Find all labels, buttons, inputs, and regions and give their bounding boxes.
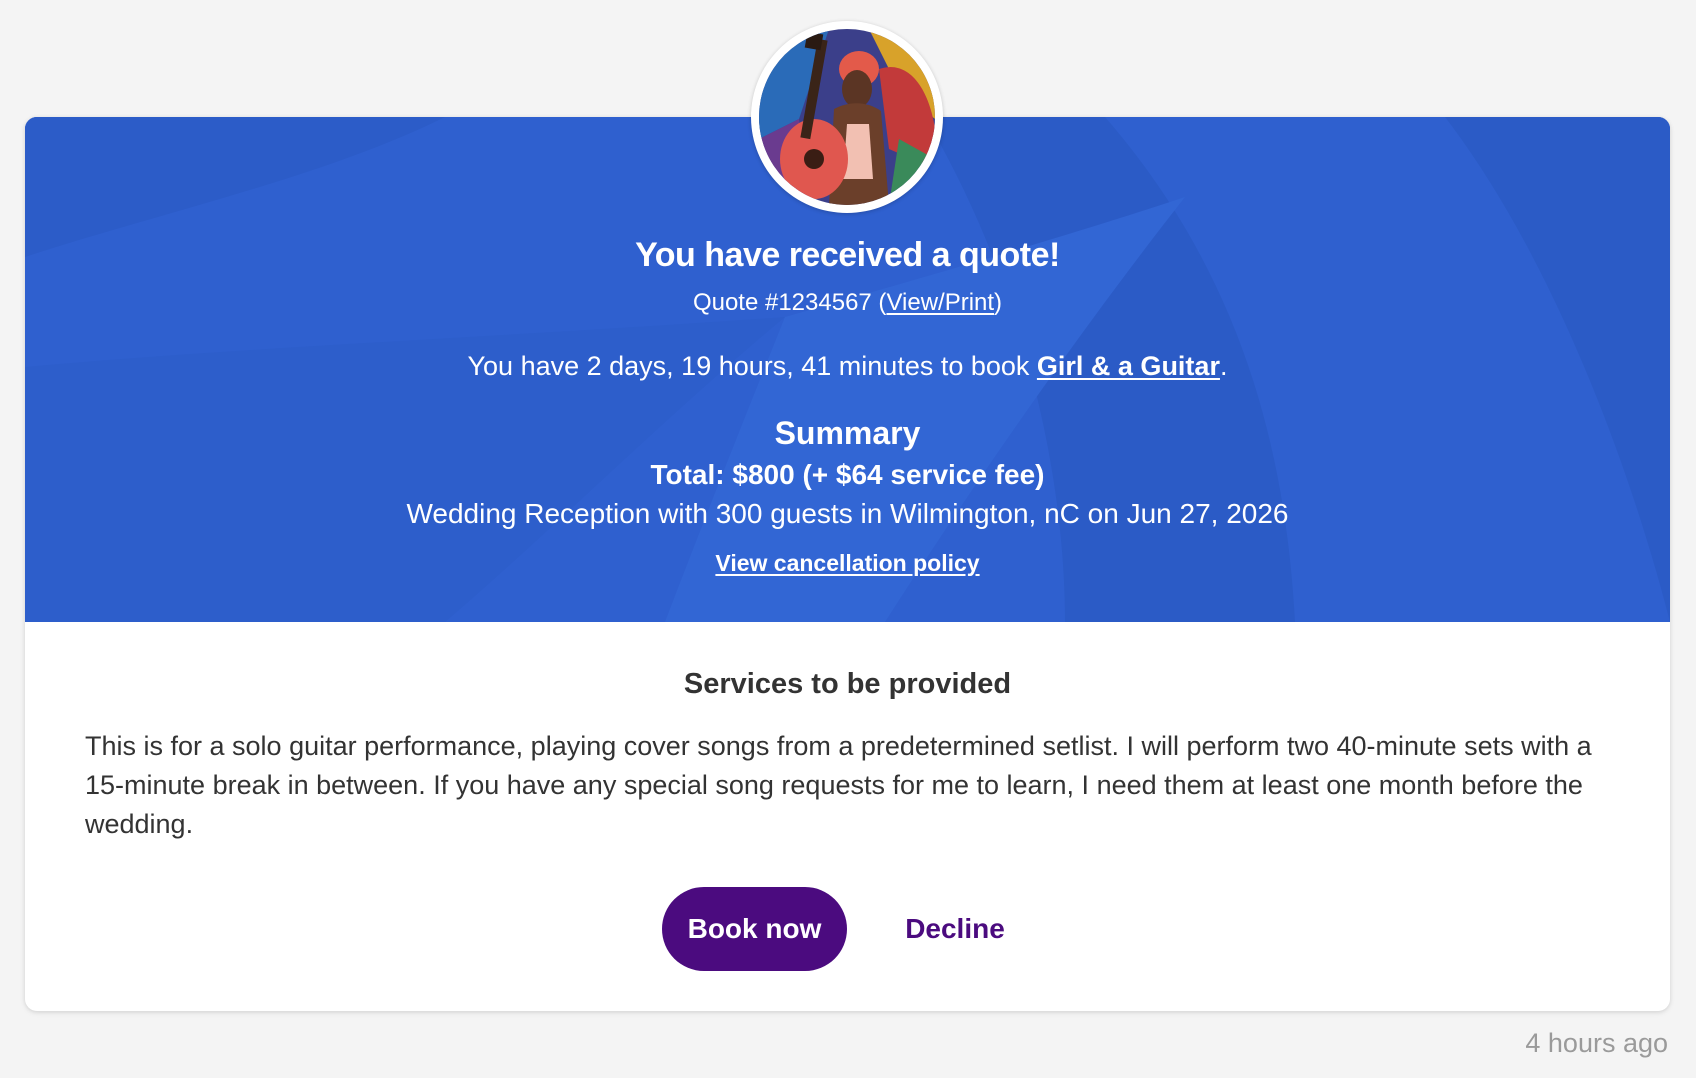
message-timestamp: 4 hours ago (1525, 1028, 1668, 1058)
decline-button[interactable]: Decline (885, 887, 1025, 971)
summary-heading: Summary (774, 415, 921, 451)
booking-deadline: You have 2 days, 19 hours, 41 minutes to… (25, 351, 1670, 382)
quote-number: Quote #1234567 (692, 289, 872, 316)
quote-close-paren: ) (994, 289, 1003, 316)
summary-total: Total: $800 (+ $64 service fee) (650, 459, 1045, 490)
quote-title: You have received a quote! (635, 236, 1060, 274)
booking-deadline-text: You have 2 days, 19 hours, 41 minutes to… (467, 351, 1037, 381)
view-print-link[interactable]: View/Print (886, 289, 994, 316)
book-now-button[interactable]: Book now (662, 887, 847, 971)
quote-open-paren: ( (871, 289, 887, 316)
performer-photo-icon (759, 29, 935, 205)
services-description: This is for a solo guitar performance, p… (85, 731, 1592, 839)
services-heading: Services to be provided (683, 668, 1012, 700)
quote-number-line: Quote #1234567 (View/Print) (25, 289, 1670, 317)
cancellation-policy-link[interactable]: View cancellation policy (715, 550, 979, 576)
performer-avatar[interactable] (751, 21, 943, 213)
quote-card: You have received a quote! Quote #123456… (25, 117, 1670, 1011)
page: You have received a quote! Quote #123456… (0, 0, 1696, 1078)
cancellation-policy-row: View cancellation policy (25, 550, 1670, 577)
artist-link[interactable]: Girl & a Guitar (1037, 351, 1220, 381)
summary-event-details: Wedding Reception with 300 guests in Wil… (406, 498, 1289, 529)
booking-deadline-suffix: . (1219, 351, 1228, 381)
